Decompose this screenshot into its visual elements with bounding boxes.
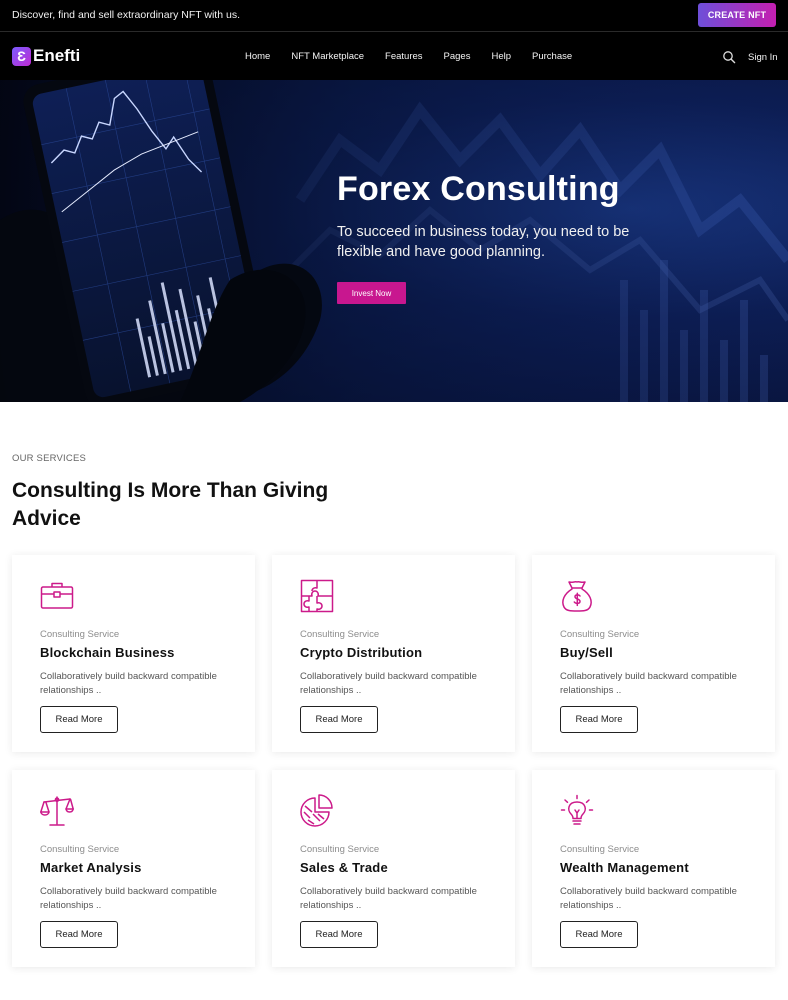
service-card: Consulting Service Market Analysis Colla… [12, 770, 255, 967]
service-card: Consulting Service Buy/Sell Collaborativ… [532, 555, 775, 752]
read-more-button[interactable]: Read More [560, 706, 638, 733]
invest-now-button[interactable]: Invest Now [337, 282, 406, 304]
hero-banner: Forex Consulting To succeed in business … [0, 80, 788, 402]
nav-link-pages[interactable]: Pages [444, 51, 471, 62]
card-title: Blockchain Business [40, 645, 175, 660]
card-description: Collaboratively build backward compatibl… [560, 886, 737, 911]
nav-link-features[interactable]: Features [385, 51, 423, 62]
card-title: Sales & Trade [300, 860, 388, 875]
hero-title: Forex Consulting [337, 170, 620, 208]
service-card: Consulting Service Blockchain Business C… [12, 555, 255, 752]
read-more-button[interactable]: Read More [300, 921, 378, 948]
card-title: Wealth Management [560, 860, 689, 875]
card-kicker: Consulting Service [560, 629, 640, 640]
service-card: Consulting Service Wealth Management Col… [532, 770, 775, 967]
services-eyebrow: OUR SERVICES [12, 453, 87, 464]
nav-links: Home NFT Marketplace Features Pages Help… [245, 51, 572, 62]
card-description: Collaboratively build backward compatibl… [560, 671, 737, 696]
read-more-button[interactable]: Read More [40, 921, 118, 948]
money-bag-icon [562, 580, 592, 612]
create-nft-button[interactable]: CREATE NFT [698, 3, 776, 27]
read-more-button[interactable]: Read More [40, 706, 118, 733]
announcement-bar: Discover, find and sell extraordinary NF… [0, 0, 788, 32]
card-kicker: Consulting Service [300, 844, 380, 855]
services-title: Consulting Is More Than Giving Advice [12, 479, 329, 530]
logo[interactable]: Ɛ Enefti [12, 46, 80, 66]
card-kicker: Consulting Service [40, 629, 120, 640]
read-more-button[interactable]: Read More [300, 706, 378, 733]
nav-link-purchase[interactable]: Purchase [532, 51, 572, 62]
card-description: Collaboratively build backward compatibl… [300, 671, 477, 696]
card-title: Crypto Distribution [300, 645, 423, 660]
search-icon[interactable] [722, 50, 736, 64]
card-kicker: Consulting Service [40, 844, 120, 855]
pie-chart-icon [300, 794, 333, 827]
nav-link-nft-marketplace[interactable]: NFT Marketplace [291, 51, 364, 62]
read-more-button[interactable]: Read More [560, 921, 638, 948]
card-description: Collaboratively build backward compatibl… [40, 886, 217, 911]
card-kicker: Consulting Service [300, 629, 380, 640]
balance-scale-icon [40, 796, 74, 826]
card-description: Collaboratively build backward compatibl… [300, 886, 477, 911]
hero-subtitle: To succeed in business today, you need t… [337, 224, 630, 260]
service-card: Consulting Service Sales & Trade Collabo… [272, 770, 515, 967]
nav-link-home[interactable]: Home [245, 51, 270, 62]
service-card: Consulting Service Crypto Distribution C… [272, 555, 515, 752]
nav-link-help[interactable]: Help [491, 51, 511, 62]
card-title: Buy/Sell [560, 645, 613, 660]
lightbulb-icon [560, 794, 594, 825]
logo-text: Enefti [33, 46, 81, 65]
puzzle-icon [300, 579, 334, 613]
card-kicker: Consulting Service [560, 844, 640, 855]
card-description: Collaboratively build backward compatibl… [40, 671, 217, 696]
briefcase-icon [40, 582, 74, 609]
main-navbar: Ɛ Enefti Home NFT Marketplace Features P… [0, 32, 788, 80]
announcement-text: Discover, find and sell extraordinary NF… [12, 9, 240, 21]
sign-in-link[interactable]: Sign In [748, 52, 778, 63]
card-title: Market Analysis [40, 860, 142, 875]
logo-mark: Ɛ [12, 46, 31, 66]
